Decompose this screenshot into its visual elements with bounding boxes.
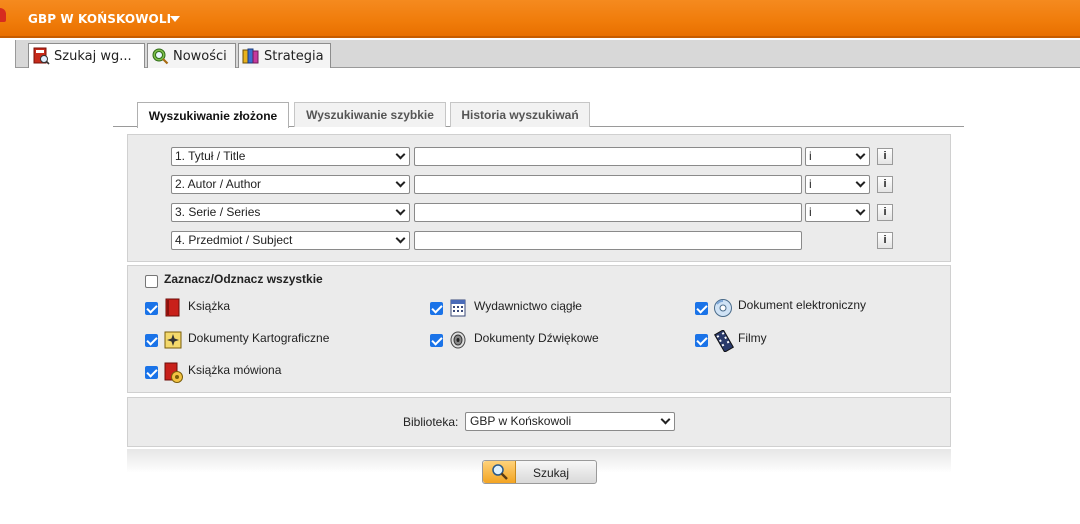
tab-search-history[interactable]: Historia wyszukiwań <box>450 102 590 127</box>
select-all-label: Zaznacz/Odznacz wszystkie <box>164 272 323 286</box>
library-title[interactable]: GBP W KOŃSKOWOLI <box>28 12 171 26</box>
select-all-checkbox[interactable] <box>145 275 158 288</box>
info-button-2[interactable]: i <box>877 176 893 193</box>
checkbox-audiobook[interactable] <box>145 366 158 379</box>
label-audiobook: Książka mówiona <box>188 363 282 377</box>
label-book: Książka <box>188 299 231 313</box>
chevron-down-icon[interactable] <box>170 16 180 22</box>
tab-advanced-search[interactable]: Wyszukiwanie złożone <box>137 102 289 128</box>
chevron-down-icon <box>855 205 866 216</box>
field-select-value: 4. Przedmiot / Subject <box>175 233 293 247</box>
chevron-down-icon <box>395 149 406 160</box>
checkbox-electronic[interactable] <box>695 302 708 315</box>
field-select-value: 2. Autor / Author <box>175 177 262 191</box>
magnifier-globe-icon <box>151 47 169 65</box>
book-icon <box>164 298 182 317</box>
search-tabs: Wyszukiwanie złożone Wyszukiwanie szybki… <box>113 102 964 128</box>
checkbox-serial[interactable] <box>430 302 443 315</box>
film-strip-icon <box>713 329 735 353</box>
app-tab-strategy[interactable]: Strategia <box>238 43 331 68</box>
field-select-3[interactable]: 3. Serie / Series <box>171 203 410 222</box>
operator-select-2[interactable]: i <box>805 175 870 194</box>
field-select-4[interactable]: 4. Przedmiot / Subject <box>171 231 410 250</box>
operator-value: i <box>809 177 812 191</box>
calendar-icon <box>449 298 467 317</box>
logo-icon <box>0 8 6 22</box>
label-films: Filmy <box>738 331 767 345</box>
audiobook-icon <box>164 362 183 383</box>
field-select-1[interactable]: 1. Tytuł / Title <box>171 147 410 166</box>
checkbox-sound[interactable] <box>430 334 443 347</box>
tab-quick-search[interactable]: Wyszukiwanie szybkie <box>294 102 446 127</box>
books-stack-icon <box>242 47 260 65</box>
info-button-4[interactable]: i <box>877 232 893 249</box>
label-electronic: Dokument elektroniczny <box>738 298 867 312</box>
checkbox-cartographic[interactable] <box>145 334 158 347</box>
top-bar: GBP W KOŃSKOWOLI <box>0 0 1080 38</box>
chevron-down-icon <box>395 233 406 244</box>
search-button-icon-box <box>483 461 516 483</box>
label-serial: Wydawnictwo ciągłe <box>474 299 582 313</box>
tab-label: Historia wyszukiwań <box>461 108 579 122</box>
magnifier-icon <box>492 464 508 480</box>
chevron-down-icon <box>660 414 671 425</box>
library-select[interactable]: GBP w Końskowoli <box>465 412 675 431</box>
tab-label: Wyszukiwanie szybkie <box>306 108 434 122</box>
field-select-2[interactable]: 2. Autor / Author <box>171 175 410 194</box>
toolbar-stub <box>0 40 16 68</box>
library-select-value: GBP w Końskowoli <box>470 414 572 428</box>
query-input-2[interactable] <box>414 175 802 194</box>
app-tab-news[interactable]: Nowości <box>147 43 236 68</box>
cd-disc-icon <box>713 298 732 317</box>
query-input-1[interactable] <box>414 147 802 166</box>
app-tab-label: Strategia <box>264 48 324 64</box>
search-button[interactable]: Szukaj <box>482 460 597 484</box>
app-tabs-bar: Szukaj wg... Nowości Strategia <box>0 40 1080 68</box>
library-panel: Biblioteka: GBP w Końskowoli <box>127 397 951 447</box>
chevron-down-icon <box>395 177 406 188</box>
speaker-icon <box>449 330 467 349</box>
search-book-icon <box>32 47 50 65</box>
field-select-value: 3. Serie / Series <box>175 205 261 219</box>
criteria-panel: 1. Tytuł / Title i i 2. Autor / Author i… <box>127 134 951 262</box>
query-input-4[interactable] <box>414 231 802 250</box>
operator-select-1[interactable]: i <box>805 147 870 166</box>
field-select-value: 1. Tytuł / Title <box>175 149 246 163</box>
chevron-down-icon <box>395 205 406 216</box>
checkbox-films[interactable] <box>695 334 708 347</box>
search-button-label: Szukaj <box>533 466 570 480</box>
query-input-3[interactable] <box>414 203 802 222</box>
operator-select-3[interactable]: i <box>805 203 870 222</box>
app-tab-search[interactable]: Szukaj wg... <box>28 43 145 68</box>
compass-map-icon <box>164 330 182 349</box>
label-cartographic: Dokumenty Kartograficzne <box>188 331 330 345</box>
app-tab-label: Nowości <box>173 48 227 64</box>
label-sound: Dokumenty Dźwiękowe <box>474 331 599 345</box>
info-button-3[interactable]: i <box>877 204 893 221</box>
library-label: Biblioteka: <box>403 415 459 429</box>
chevron-down-icon <box>855 177 866 188</box>
app-tab-label: Szukaj wg... <box>54 48 132 64</box>
material-types-panel: Zaznacz/Odznacz wszystkie Książka Wydawn… <box>127 265 951 393</box>
checkbox-book[interactable] <box>145 302 158 315</box>
chevron-down-icon <box>855 149 866 160</box>
operator-value: i <box>809 149 812 163</box>
operator-value: i <box>809 205 812 219</box>
tab-label: Wyszukiwanie złożone <box>148 108 278 123</box>
info-button-1[interactable]: i <box>877 148 893 165</box>
